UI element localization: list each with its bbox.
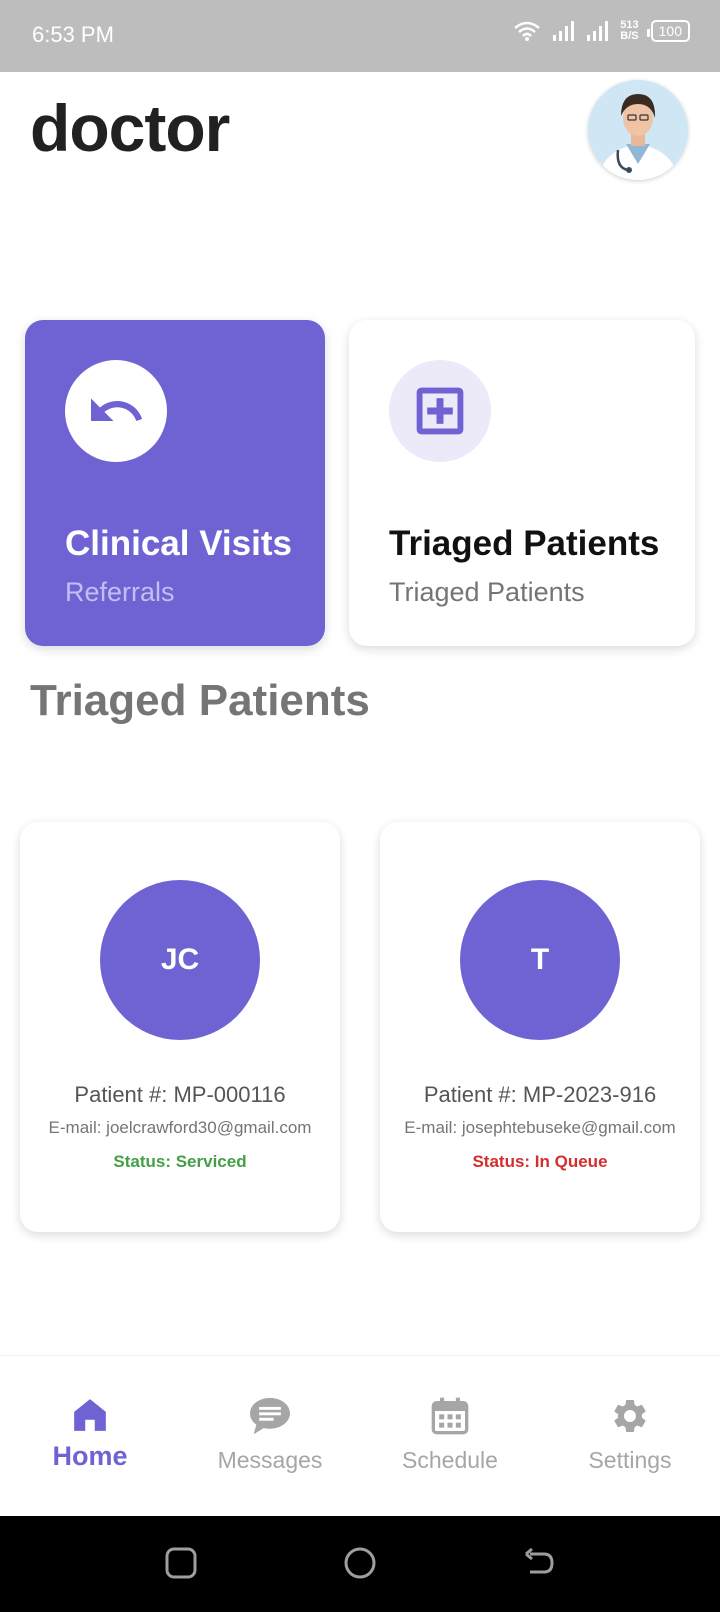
signal-icon: [587, 21, 609, 41]
calendar-icon: [431, 1397, 469, 1435]
bottom-navigation: Home Messages Schedule Settings: [0, 1355, 720, 1516]
chat-icon: [250, 1397, 290, 1435]
signal-icon: [553, 21, 575, 41]
doctor-avatar-icon[interactable]: [588, 80, 688, 180]
patient-initials-avatar: JC: [100, 880, 260, 1040]
nav-item-schedule[interactable]: Schedule: [360, 1396, 540, 1474]
patient-status: Status: Serviced: [113, 1152, 247, 1171]
patient-number: Patient #: MP-000116: [74, 1082, 286, 1107]
battery-indicator: 100: [646, 20, 690, 42]
patient-card[interactable]: T Patient #: MP-2023-916 E-mail: josepht…: [380, 822, 700, 1232]
patient-initials-avatar: T: [460, 880, 620, 1040]
nav-item-home[interactable]: Home: [0, 1396, 180, 1472]
network-speed-unit: B/S: [620, 30, 639, 42]
status-icons: 513 B/S 100: [514, 20, 690, 42]
wifi-icon: [514, 21, 541, 41]
patient-card[interactable]: JC Patient #: MP-000116 E-mail: joelcraw…: [20, 822, 340, 1232]
section-title: Triaged Patients: [30, 676, 370, 725]
patient-status: Status: In Queue: [472, 1152, 608, 1171]
status-time: 6:53 PM: [32, 22, 114, 47]
card-title: Clinical Visits: [65, 524, 292, 563]
home-button-icon[interactable]: [343, 1546, 377, 1580]
triaged-patients-card[interactable]: Triaged Patients Triaged Patients: [349, 320, 695, 646]
nav-item-settings[interactable]: Settings: [540, 1396, 720, 1474]
network-speed: 513 B/S: [620, 20, 638, 42]
home-icon: [74, 1399, 106, 1431]
nav-label: Messages: [217, 1447, 323, 1473]
nav-label: Settings: [588, 1447, 672, 1473]
back-icon[interactable]: [522, 1546, 556, 1580]
nav-label: Home: [52, 1441, 128, 1471]
nav-label: Schedule: [402, 1447, 498, 1473]
status-bar: 6:53 PM 513 B/S 100: [0, 0, 720, 72]
clinical-visits-card[interactable]: Clinical Visits Referrals: [25, 320, 325, 646]
medical-plus-icon: [389, 360, 491, 462]
card-title: Triaged Patients: [389, 524, 660, 563]
card-subtitle: Referrals: [65, 577, 175, 607]
undo-arrow-icon: [65, 360, 167, 462]
system-navigation-bar: [0, 1516, 720, 1612]
card-subtitle: Triaged Patients: [389, 577, 585, 607]
patient-email: E-mail: josephtebuseke@gmail.com: [404, 1118, 676, 1137]
recent-apps-icon[interactable]: [164, 1546, 198, 1580]
patient-number: Patient #: MP-2023-916: [423, 1082, 657, 1107]
page-title: doctor: [30, 91, 230, 165]
patient-email: E-mail: joelcrawford30@gmail.com: [48, 1118, 312, 1137]
nav-item-messages[interactable]: Messages: [180, 1396, 360, 1474]
gear-icon: [614, 1400, 646, 1432]
